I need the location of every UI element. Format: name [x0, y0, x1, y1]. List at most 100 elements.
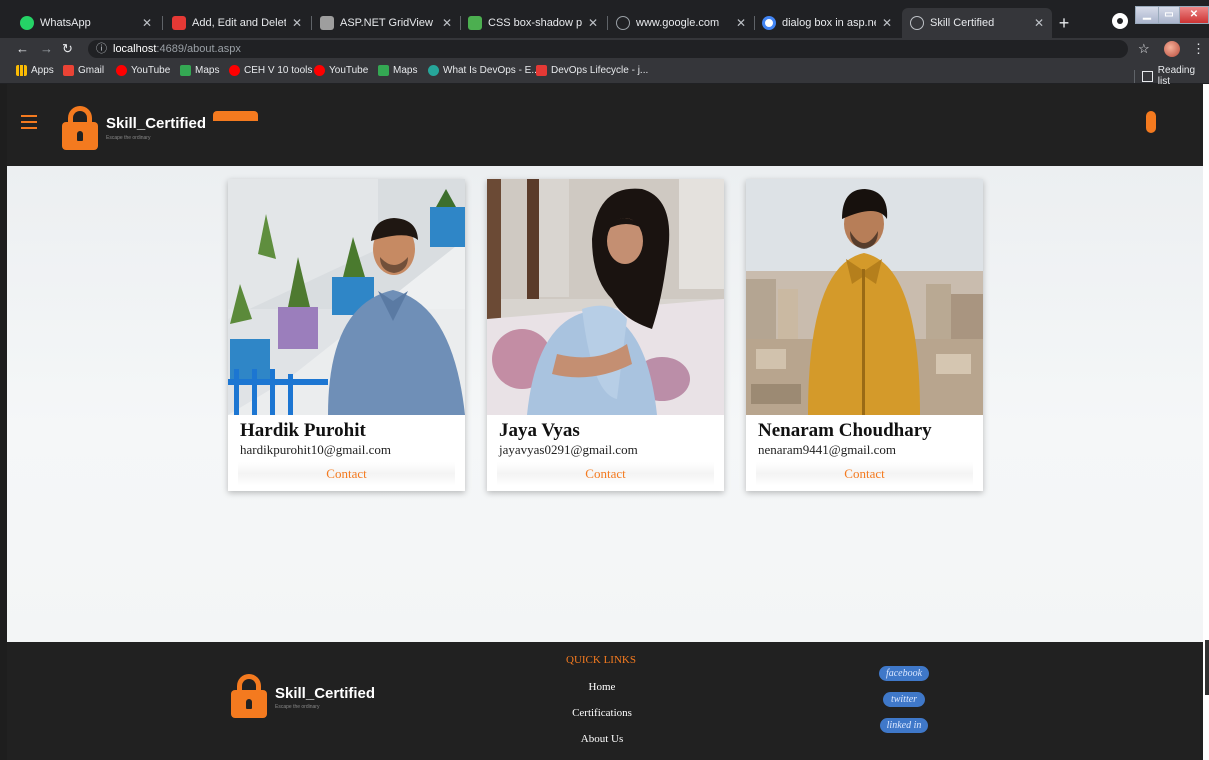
browser-tab-bar: WhatsApp ✕ Add, Edit and Delete Data ✕ A…	[0, 0, 1209, 40]
contact-button[interactable]: Contact	[497, 462, 714, 486]
globe-icon	[910, 16, 924, 30]
minimize-button[interactable]: ▁	[1135, 6, 1159, 24]
globe-icon	[616, 16, 630, 30]
footer-tagline: Escape the ordinary	[275, 704, 320, 710]
address-bar: ← → ↻ ⓘ localhost:4689/about.aspx ☆ ⋮	[0, 38, 1209, 60]
tab-label: Add, Edit and Delete Data	[192, 17, 286, 29]
bookmark-maps-2[interactable]: Maps	[378, 65, 417, 76]
brand-name[interactable]: Skill_Certified	[106, 115, 206, 132]
brand-tagline: Escape the ordinary	[106, 135, 151, 141]
tab-google[interactable]: www.google.com ✕	[608, 8, 754, 38]
close-icon[interactable]: ✕	[292, 16, 302, 30]
youtube-icon	[116, 65, 127, 76]
profile-photo	[487, 179, 724, 415]
scrollbar-thumb[interactable]	[1205, 640, 1209, 695]
youtube-icon	[314, 65, 325, 76]
member-name: Jaya Vyas	[499, 420, 580, 441]
tab-label: WhatsApp	[40, 17, 91, 29]
member-email: nenaram9441@gmail.com	[758, 442, 896, 457]
site-header: Skill_Certified Escape the ordinary	[7, 84, 1203, 166]
forward-icon[interactable]: →	[40, 41, 53, 57]
bookmark-youtube[interactable]: YouTube	[116, 65, 170, 76]
close-icon[interactable]: ✕	[142, 16, 152, 30]
url-input[interactable]: ⓘ localhost:4689/about.aspx	[88, 40, 1128, 58]
profile-avatar[interactable]	[1164, 41, 1180, 57]
bookmark-ceh-tools[interactable]: CEH V 10 tools	[229, 65, 312, 76]
bookmark-devops[interactable]: What Is DevOps - E...	[428, 65, 540, 76]
bookmark-apps[interactable]: Apps	[16, 65, 54, 76]
team-card: Hardik Purohit hardikpurohit10@gmail.com…	[228, 179, 465, 491]
reading-list-icon	[1141, 70, 1153, 82]
maps-icon	[180, 65, 191, 76]
facebook-button[interactable]: facebook	[879, 666, 929, 681]
tab-label: ASP.NET GridView makeo	[340, 17, 436, 29]
tab-add-edit-delete[interactable]: Add, Edit and Delete Data ✕	[164, 8, 310, 38]
info-icon[interactable]: ⓘ	[96, 43, 107, 55]
contact-button[interactable]: Contact	[238, 462, 455, 486]
tab-gridview[interactable]: ASP.NET GridView makeo ✕	[312, 8, 460, 38]
team-card: Nenaram Choudhary nenaram9441@gmail.com …	[746, 179, 983, 491]
bookmark-gmail[interactable]: Gmail	[63, 65, 104, 76]
tab-whatsapp[interactable]: WhatsApp ✕	[12, 8, 160, 38]
footer-brand-name: Skill_Certified	[275, 685, 376, 702]
youtube-icon	[229, 65, 240, 76]
apps-grid-icon	[16, 65, 27, 76]
member-name: Nenaram Choudhary	[758, 420, 932, 441]
footer-orange-button[interactable]	[213, 111, 258, 121]
whatsapp-icon	[20, 16, 34, 30]
tab-label: CSS box-shadow property	[488, 17, 582, 29]
member-name: Hardik Purohit	[240, 420, 366, 441]
hamburger-menu-icon[interactable]	[21, 115, 37, 129]
menu-icon[interactable]: ⋮	[1192, 41, 1205, 57]
c-icon	[172, 16, 186, 30]
close-icon[interactable]: ✕	[442, 16, 452, 30]
user-menu-button[interactable]	[1146, 111, 1156, 133]
w3-icon	[468, 16, 482, 30]
about-content: Hardik Purohit hardikpurohit10@gmail.com…	[7, 166, 1203, 642]
tab-css-box-shadow[interactable]: CSS box-shadow property ✕	[460, 8, 606, 38]
tab-label: dialog box in asp.net c# -	[782, 17, 876, 29]
heart-icon	[536, 65, 547, 76]
tab-label: www.google.com	[636, 17, 720, 29]
bookmark-devops-lifecycle[interactable]: DevOps Lifecycle - j...	[536, 65, 648, 76]
member-email: jayavyas0291@gmail.com	[499, 442, 638, 457]
maps-icon	[378, 65, 389, 76]
url-host: localhost	[113, 43, 157, 55]
footer-link-about-us[interactable]: About Us	[542, 733, 662, 745]
gmail-icon	[63, 65, 74, 76]
profile-photo	[746, 179, 983, 415]
close-window-button[interactable]: ✕	[1179, 6, 1209, 24]
reload-icon[interactable]: ↻	[62, 41, 73, 57]
contact-button[interactable]: Contact	[756, 462, 973, 486]
google-icon	[762, 16, 776, 30]
url-path: :4689/about.aspx	[156, 43, 241, 55]
new-tab-button[interactable]: +	[1054, 13, 1074, 33]
footer-link-home[interactable]: Home	[542, 681, 662, 693]
close-icon[interactable]: ✕	[1034, 16, 1044, 30]
twitter-button[interactable]: twitter	[883, 692, 925, 707]
bookmark-youtube-2[interactable]: YouTube	[314, 65, 368, 76]
tab-dialog-box[interactable]: dialog box in asp.net c# - ✕	[754, 8, 900, 38]
bookmark-star-icon[interactable]: ☆	[1138, 41, 1150, 57]
footer-link-certifications[interactable]: Certifications	[542, 707, 662, 719]
tab-label: Skill Certified	[930, 17, 995, 29]
linkedin-button[interactable]: linked in	[880, 718, 928, 733]
maximize-button[interactable]: ▭	[1158, 6, 1180, 24]
lock-logo-icon[interactable]	[62, 106, 98, 150]
media-control-icon[interactable]	[1112, 13, 1128, 29]
bookmark-maps[interactable]: Maps	[180, 65, 219, 76]
member-email: hardikpurohit10@gmail.com	[240, 442, 391, 457]
devops-icon	[428, 65, 439, 76]
lock-logo-icon	[231, 674, 267, 718]
back-icon[interactable]: ←	[16, 41, 29, 57]
team-card: Jaya Vyas jayavyas0291@gmail.com Contact	[487, 179, 724, 491]
quick-links-title: QUICK LINKS	[566, 654, 636, 666]
grid-icon	[320, 16, 334, 30]
bookmarks-bar: Apps Gmail YouTube Maps CEH V 10 tools Y…	[0, 60, 1209, 87]
profile-photo	[228, 179, 465, 415]
tab-skill-certified[interactable]: Skill Certified ✕	[902, 8, 1052, 38]
close-icon[interactable]: ✕	[588, 16, 598, 30]
close-icon[interactable]: ✕	[882, 16, 892, 30]
site-footer: Skill_Certified Escape the ordinary QUIC…	[7, 642, 1203, 760]
close-icon[interactable]: ✕	[736, 16, 746, 30]
